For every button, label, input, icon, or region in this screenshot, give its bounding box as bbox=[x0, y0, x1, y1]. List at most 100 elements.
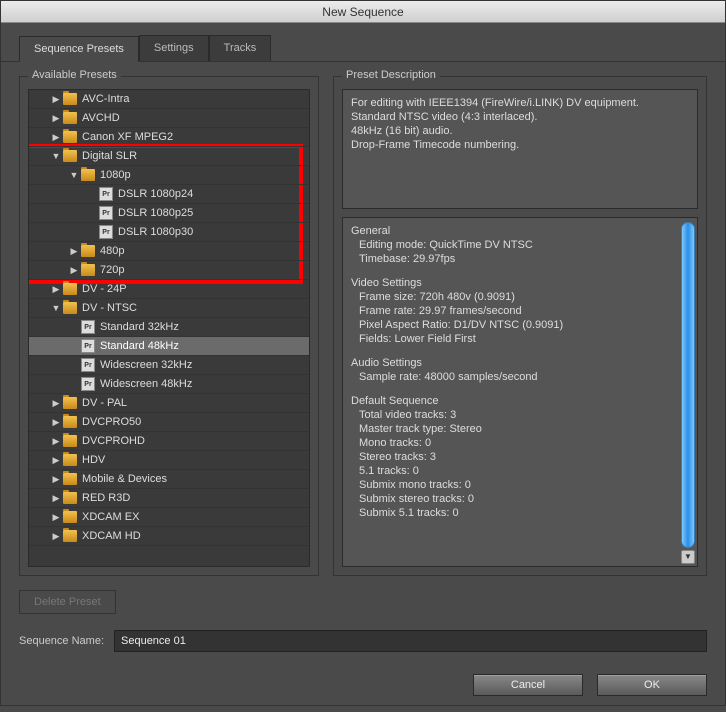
dialog-title: New Sequence bbox=[1, 1, 725, 23]
tree-label: DVCPROHD bbox=[82, 435, 145, 447]
sequence-name-input[interactable] bbox=[114, 630, 707, 652]
tree-folder-dv24p[interactable]: ▶DV - 24P bbox=[29, 280, 309, 299]
folder-icon bbox=[63, 416, 77, 428]
tab-bar: Sequence Presets Settings Tracks bbox=[1, 23, 725, 62]
folder-icon bbox=[63, 112, 77, 124]
tree-folder-480p[interactable]: ▶480p bbox=[29, 242, 309, 261]
description-text: For editing with IEEE1394 (FireWire/i.LI… bbox=[342, 89, 698, 209]
folder-icon bbox=[63, 435, 77, 447]
tab-tracks[interactable]: Tracks bbox=[209, 35, 272, 61]
tree-folder-1080p[interactable]: ▼1080p bbox=[29, 166, 309, 185]
details-line: Submix mono tracks: 0 bbox=[351, 478, 689, 492]
tree-label: XDCAM EX bbox=[82, 511, 139, 523]
folder-icon bbox=[63, 93, 77, 105]
folder-icon bbox=[63, 511, 77, 523]
content-area: Available Presets ▶AVC-Intra ▶AVCHD ▶Can… bbox=[1, 62, 725, 590]
details-heading: General bbox=[351, 224, 689, 238]
tree-folder-avchd[interactable]: ▶AVCHD bbox=[29, 109, 309, 128]
details-line: Sample rate: 48000 samples/second bbox=[351, 370, 689, 384]
sequence-name-row: Sequence Name: bbox=[1, 622, 725, 660]
preset-icon: Pr bbox=[99, 225, 113, 239]
details-heading: Default Sequence bbox=[351, 394, 689, 408]
cancel-button[interactable]: Cancel bbox=[473, 674, 583, 696]
folder-icon bbox=[63, 302, 77, 314]
tree-folder-dvcpro50[interactable]: ▶DVCPRO50 bbox=[29, 413, 309, 432]
preset-icon: Pr bbox=[81, 377, 95, 391]
tree-label: Digital SLR bbox=[82, 150, 137, 162]
details-heading: Audio Settings bbox=[351, 356, 689, 370]
tree-label: DV - PAL bbox=[82, 397, 127, 409]
scrollbar[interactable] bbox=[681, 222, 695, 548]
tree-folder-dvcprohd[interactable]: ▶DVCPROHD bbox=[29, 432, 309, 451]
tree-preset-std32[interactable]: PrStandard 32kHz bbox=[29, 318, 309, 337]
tree-folder-dslr[interactable]: ▼Digital SLR bbox=[29, 147, 309, 166]
tree-preset-dslr25[interactable]: PrDSLR 1080p25 bbox=[29, 204, 309, 223]
chevron-right-icon: ▶ bbox=[51, 94, 61, 105]
tree-folder-canonxf[interactable]: ▶Canon XF MPEG2 bbox=[29, 128, 309, 147]
tree-folder-dvntsc[interactable]: ▼DV - NTSC bbox=[29, 299, 309, 318]
chevron-right-icon: ▶ bbox=[51, 284, 61, 295]
tree-label: DSLR 1080p24 bbox=[118, 188, 193, 200]
folder-icon bbox=[81, 245, 95, 257]
tree-label: Widescreen 32kHz bbox=[100, 359, 192, 371]
tree-folder-dvpal[interactable]: ▶DV - PAL bbox=[29, 394, 309, 413]
chevron-down-icon: ▼ bbox=[69, 170, 79, 180]
details-line: Pixel Aspect Ratio: D1/DV NTSC (0.9091) bbox=[351, 318, 689, 332]
tree-label: DSLR 1080p30 bbox=[118, 226, 193, 238]
tab-settings[interactable]: Settings bbox=[139, 35, 209, 61]
details-line: Fields: Lower Field First bbox=[351, 332, 689, 346]
dialog-buttons: Cancel OK bbox=[1, 660, 725, 712]
tree-folder-mobile[interactable]: ▶ Mobile & Devices bbox=[29, 470, 309, 489]
details-heading: Video Settings bbox=[351, 276, 689, 290]
tree-label: DV - NTSC bbox=[82, 302, 137, 314]
preset-tree-scroll[interactable]: ▶AVC-Intra ▶AVCHD ▶Canon XF MPEG2 ▼Digit… bbox=[29, 90, 309, 566]
tree-folder-hdv[interactable]: ▶HDV bbox=[29, 451, 309, 470]
details-line: Submix stereo tracks: 0 bbox=[351, 492, 689, 506]
preset-tree: ▶AVC-Intra ▶AVCHD ▶Canon XF MPEG2 ▼Digit… bbox=[28, 89, 310, 567]
tree-label: Widescreen 48kHz bbox=[100, 378, 192, 390]
preset-icon: Pr bbox=[81, 320, 95, 334]
tree-preset-wide32[interactable]: PrWidescreen 32kHz bbox=[29, 356, 309, 375]
chevron-right-icon: ▶ bbox=[69, 246, 79, 257]
tree-preset-dslr30[interactable]: Pr DSLR 1080p30 bbox=[29, 223, 309, 242]
scroll-down-icon[interactable]: ▼ bbox=[681, 550, 695, 564]
desc-line: For editing with IEEE1394 (FireWire/i.LI… bbox=[351, 96, 689, 110]
tab-sequence-presets[interactable]: Sequence Presets bbox=[19, 36, 139, 62]
ok-button[interactable]: OK bbox=[597, 674, 707, 696]
available-presets-label: Available Presets bbox=[28, 69, 121, 81]
tree-label: RED R3D bbox=[82, 492, 130, 504]
tree-label: DSLR 1080p25 bbox=[118, 207, 193, 219]
tree-preset-std48[interactable]: PrStandard 48kHz bbox=[29, 337, 309, 356]
sequence-name-label: Sequence Name: bbox=[19, 635, 104, 647]
details-line: Master track type: Stereo bbox=[351, 422, 689, 436]
chevron-right-icon: ▶ bbox=[69, 265, 79, 276]
tree-label: 720p bbox=[100, 264, 124, 276]
details-line: Mono tracks: 0 bbox=[351, 436, 689, 450]
desc-line: Standard NTSC video (4:3 interlaced). bbox=[351, 110, 689, 124]
tree-folder-avcintra[interactable]: ▶AVC-Intra bbox=[29, 90, 309, 109]
chevron-right-icon: ▶ bbox=[51, 474, 61, 485]
chevron-right-icon: ▶ bbox=[51, 132, 61, 143]
chevron-right-icon: ▶ bbox=[51, 113, 61, 124]
delete-preset-button[interactable]: Delete Preset bbox=[19, 590, 116, 614]
details-line: Editing mode: QuickTime DV NTSC bbox=[351, 238, 689, 252]
folder-icon bbox=[81, 264, 95, 276]
tree-folder-red[interactable]: ▶RED R3D bbox=[29, 489, 309, 508]
folder-icon bbox=[63, 150, 77, 162]
chevron-right-icon: ▶ bbox=[51, 512, 61, 523]
folder-icon bbox=[63, 454, 77, 466]
tree-preset-wide48[interactable]: Pr Widescreen 48kHz bbox=[29, 375, 309, 394]
tree-folder-xdcamex[interactable]: ▶ XDCAM EX bbox=[29, 508, 309, 527]
tree-folder-720p[interactable]: ▶ 720p bbox=[29, 261, 309, 280]
desc-line: 48kHz (16 bit) audio. bbox=[351, 124, 689, 138]
tree-preset-dslr24[interactable]: PrDSLR 1080p24 bbox=[29, 185, 309, 204]
details-line: Timebase: 29.97fps bbox=[351, 252, 689, 266]
folder-icon bbox=[63, 492, 77, 504]
folder-icon bbox=[63, 473, 77, 485]
tree-label: Mobile & Devices bbox=[82, 473, 167, 485]
tree-label: XDCAM HD bbox=[82, 530, 141, 542]
chevron-right-icon: ▶ bbox=[51, 531, 61, 542]
folder-icon bbox=[63, 131, 77, 143]
available-presets-panel: Available Presets ▶AVC-Intra ▶AVCHD ▶Can… bbox=[19, 76, 319, 576]
tree-folder-xdcamhd[interactable]: ▶ XDCAM HD bbox=[29, 527, 309, 546]
